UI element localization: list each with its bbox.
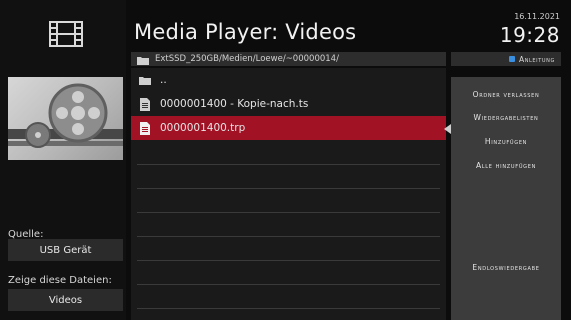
action-panel: Ordner verlassen Wiedergabelisten Hinzuf… [451,77,561,320]
selection-arrow-icon [444,124,451,134]
loop-button[interactable]: Endloswiedergabe [451,263,561,272]
film-strip-icon [48,16,84,52]
row-divider [137,308,440,309]
list-item-parent[interactable]: .. [131,68,446,92]
row-divider [137,212,440,213]
film-reel-icon [8,77,123,160]
file-list: .. 0000001400 - Kopie-nach.ts 0000001400… [131,68,446,320]
row-divider [137,236,440,237]
exit-folder-button[interactable]: Ordner verlassen [451,90,561,99]
breadcrumb: ExtSSD_250GB/Medien/Loewe/~00000014/ [131,52,446,66]
clock-text: 19:28 [499,23,560,47]
help-label: Anleitung [518,54,555,64]
page-title: Media Player: Videos [134,20,357,44]
row-divider [137,260,440,261]
row-divider [137,188,440,189]
file-name: 0000001400.trp [160,122,246,134]
file-name: 0000001400 - Kopie-nach.ts [160,98,309,110]
sidebar: Quelle: USB Gerät Zeige diese Dateien: V… [0,0,126,320]
add-button[interactable]: Hinzufügen [451,137,561,146]
source-value[interactable]: USB Gerät [8,239,123,261]
list-item[interactable]: 0000001400 - Kopie-nach.ts [131,92,446,116]
date-text: 16.11.2021 [514,12,560,21]
add-all-button[interactable]: Alle hinzufügen [451,161,561,170]
help-button[interactable]: Anleitung [451,52,561,66]
row-divider [137,284,440,285]
list-item-selected[interactable]: 0000001400.trp [131,116,446,140]
filter-label: Zeige diese Dateien: [8,275,112,286]
filter-value[interactable]: Videos [8,289,123,311]
video-file-icon [138,121,152,135]
path-text: ExtSSD_250GB/Medien/Loewe/~00000014/ [155,54,339,64]
video-file-icon [138,97,152,111]
file-name: .. [160,74,167,86]
playlists-button[interactable]: Wiedergabelisten [451,113,561,122]
folder-icon [138,73,152,87]
row-divider [137,164,440,165]
blue-button-icon [508,56,515,62]
folder-icon [137,50,149,69]
